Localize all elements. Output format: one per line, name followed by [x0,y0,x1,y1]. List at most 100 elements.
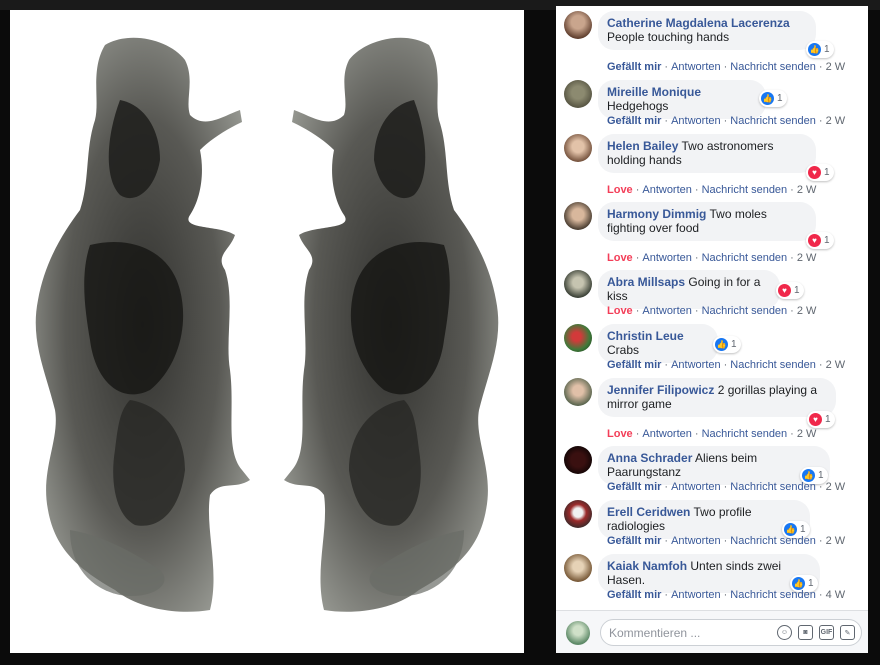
comment-author[interactable]: Jennifer Filipowicz [607,383,714,397]
like-icon: 👍 [808,43,821,56]
love-link[interactable]: Love [607,252,633,264]
comment-actions: Love · Antworten · Nachricht senden · 2 W [607,428,817,440]
heart-icon: ♥ [809,413,822,426]
comment-author[interactable]: Christin Leue [607,329,684,343]
timestamp[interactable]: 2 W [826,481,846,493]
message-link[interactable]: Nachricht senden [730,535,816,547]
reaction-badge[interactable]: 👍 1 [713,336,741,353]
reply-link[interactable]: Antworten [642,428,692,440]
love-link[interactable]: Love [607,305,633,317]
love-link[interactable]: Love [607,184,633,196]
comment-author[interactable]: Anna Schrader [607,451,692,465]
like-link[interactable]: Gefällt mir [607,589,661,601]
reaction-badge[interactable]: 👍 1 [759,90,787,107]
comment-author[interactable]: Helen Bailey [607,139,678,153]
composer-tools: ☺ ◙ GIF ✎ [777,625,855,640]
comment-bubble: Anna Schrader Aliens beim Paarungstanz [598,446,830,485]
reaction-count: 1 [818,470,824,481]
heart-icon: ♥ [808,166,821,179]
reaction-badge[interactable]: 👍 1 [806,41,834,58]
comment-input-placeholder: Kommentieren ... [609,626,701,640]
reply-link[interactable]: Antworten [671,359,721,371]
avatar[interactable] [564,202,592,230]
heart-icon: ♥ [778,284,791,297]
comment-author[interactable]: Catherine Magdalena Lacerenza [607,16,790,30]
reply-link[interactable]: Antworten [671,481,721,493]
avatar[interactable] [564,554,592,582]
reply-link[interactable]: Antworten [642,305,692,317]
reaction-badge[interactable]: ♥ 1 [807,411,835,428]
comment-bubble: Abra Millsaps Going in for a kiss [598,270,780,309]
like-icon: 👍 [715,338,728,351]
message-link[interactable]: Nachricht senden [730,61,816,73]
reply-link[interactable]: Antworten [642,252,692,264]
timestamp[interactable]: 2 W [826,61,846,73]
reaction-badge[interactable]: ♥ 1 [806,164,834,181]
camera-icon[interactable]: ◙ [798,625,813,640]
avatar[interactable] [564,134,592,162]
comment-author[interactable]: Harmony Dimmig [607,207,706,221]
comment-actions: Love · Antworten · Nachricht senden · 2 W [607,252,817,264]
reaction-count: 1 [825,414,831,425]
message-link[interactable]: Nachricht senden [702,252,788,264]
comment-bubble: Jennifer Filipowicz 2 gorillas playing a… [598,378,836,417]
emoji-icon[interactable]: ☺ [777,625,792,640]
timestamp[interactable]: 2 W [797,184,817,196]
message-link[interactable]: Nachricht senden [730,481,816,493]
comment-actions: Gefällt mir · Antworten · Nachricht senden · 2… [607,61,846,73]
timestamp[interactable]: 2 W [826,115,846,127]
comment-actions: Gefällt mir · Antworten · Nachricht senden · 2… [607,359,846,371]
reply-link[interactable]: Antworten [671,535,721,547]
reaction-count: 1 [794,285,800,296]
message-link[interactable]: Nachricht senden [730,115,816,127]
avatar[interactable] [564,324,592,352]
comment-author[interactable]: Kaiak Namfoh [607,559,687,573]
avatar[interactable] [564,80,592,108]
message-link[interactable]: Nachricht senden [702,305,788,317]
reaction-count: 1 [808,578,814,589]
message-link[interactable]: Nachricht senden [702,428,788,440]
message-link[interactable]: Nachricht senden [730,589,816,601]
comment-bubble: Kaiak Namfoh Unten sinds zwei Hasen. [598,554,820,593]
timestamp[interactable]: 2 W [826,535,846,547]
comment-author[interactable]: Erell Ceridwen [607,505,690,519]
comment-author[interactable]: Abra Millsaps [607,275,685,289]
message-link[interactable]: Nachricht senden [730,359,816,371]
love-link[interactable]: Love [607,428,633,440]
timestamp[interactable]: 2 W [797,252,817,264]
comment-text: People touching hands [607,30,730,44]
comment-bubble: Helen Bailey Two astronomers holding han… [598,134,816,173]
avatar[interactable] [564,500,592,528]
comment-actions: Gefällt mir · Antworten · Nachricht senden · 2… [607,115,846,127]
reply-link[interactable]: Antworten [671,61,721,73]
comment-input[interactable]: Kommentieren ... ☺ ◙ GIF ✎ [600,619,862,646]
sticker-icon[interactable]: ✎ [840,625,855,640]
avatar[interactable] [564,11,592,39]
inkblot-image[interactable] [10,10,524,653]
avatar[interactable] [564,446,592,474]
rorschach-inkblot [35,37,499,612]
avatar[interactable] [564,378,592,406]
heart-icon: ♥ [808,234,821,247]
reaction-badge[interactable]: ♥ 1 [806,232,834,249]
message-link[interactable]: Nachricht senden [702,184,788,196]
avatar[interactable] [564,270,592,298]
comment-actions: Gefällt mir · Antworten · Nachricht senden · 4… [607,589,846,601]
reply-link[interactable]: Antworten [671,589,721,601]
like-link[interactable]: Gefällt mir [607,61,661,73]
timestamp[interactable]: 2 W [826,359,846,371]
timestamp[interactable]: 2 W [797,305,817,317]
reply-link[interactable]: Antworten [642,184,692,196]
reply-link[interactable]: Antworten [671,115,721,127]
like-link[interactable]: Gefällt mir [607,535,661,547]
like-link[interactable]: Gefällt mir [607,481,661,493]
reaction-count: 1 [824,44,830,55]
like-link[interactable]: Gefällt mir [607,359,661,371]
reaction-badge[interactable]: ♥ 1 [776,282,804,299]
timestamp[interactable]: 4 W [826,589,846,601]
comment-author[interactable]: Mireille Monique [607,85,701,99]
like-link[interactable]: Gefällt mir [607,115,661,127]
gif-icon[interactable]: GIF [819,625,834,640]
timestamp[interactable]: 2 W [797,428,817,440]
comment-actions: Gefällt mir · Antworten · Nachricht senden · 2… [607,481,846,493]
